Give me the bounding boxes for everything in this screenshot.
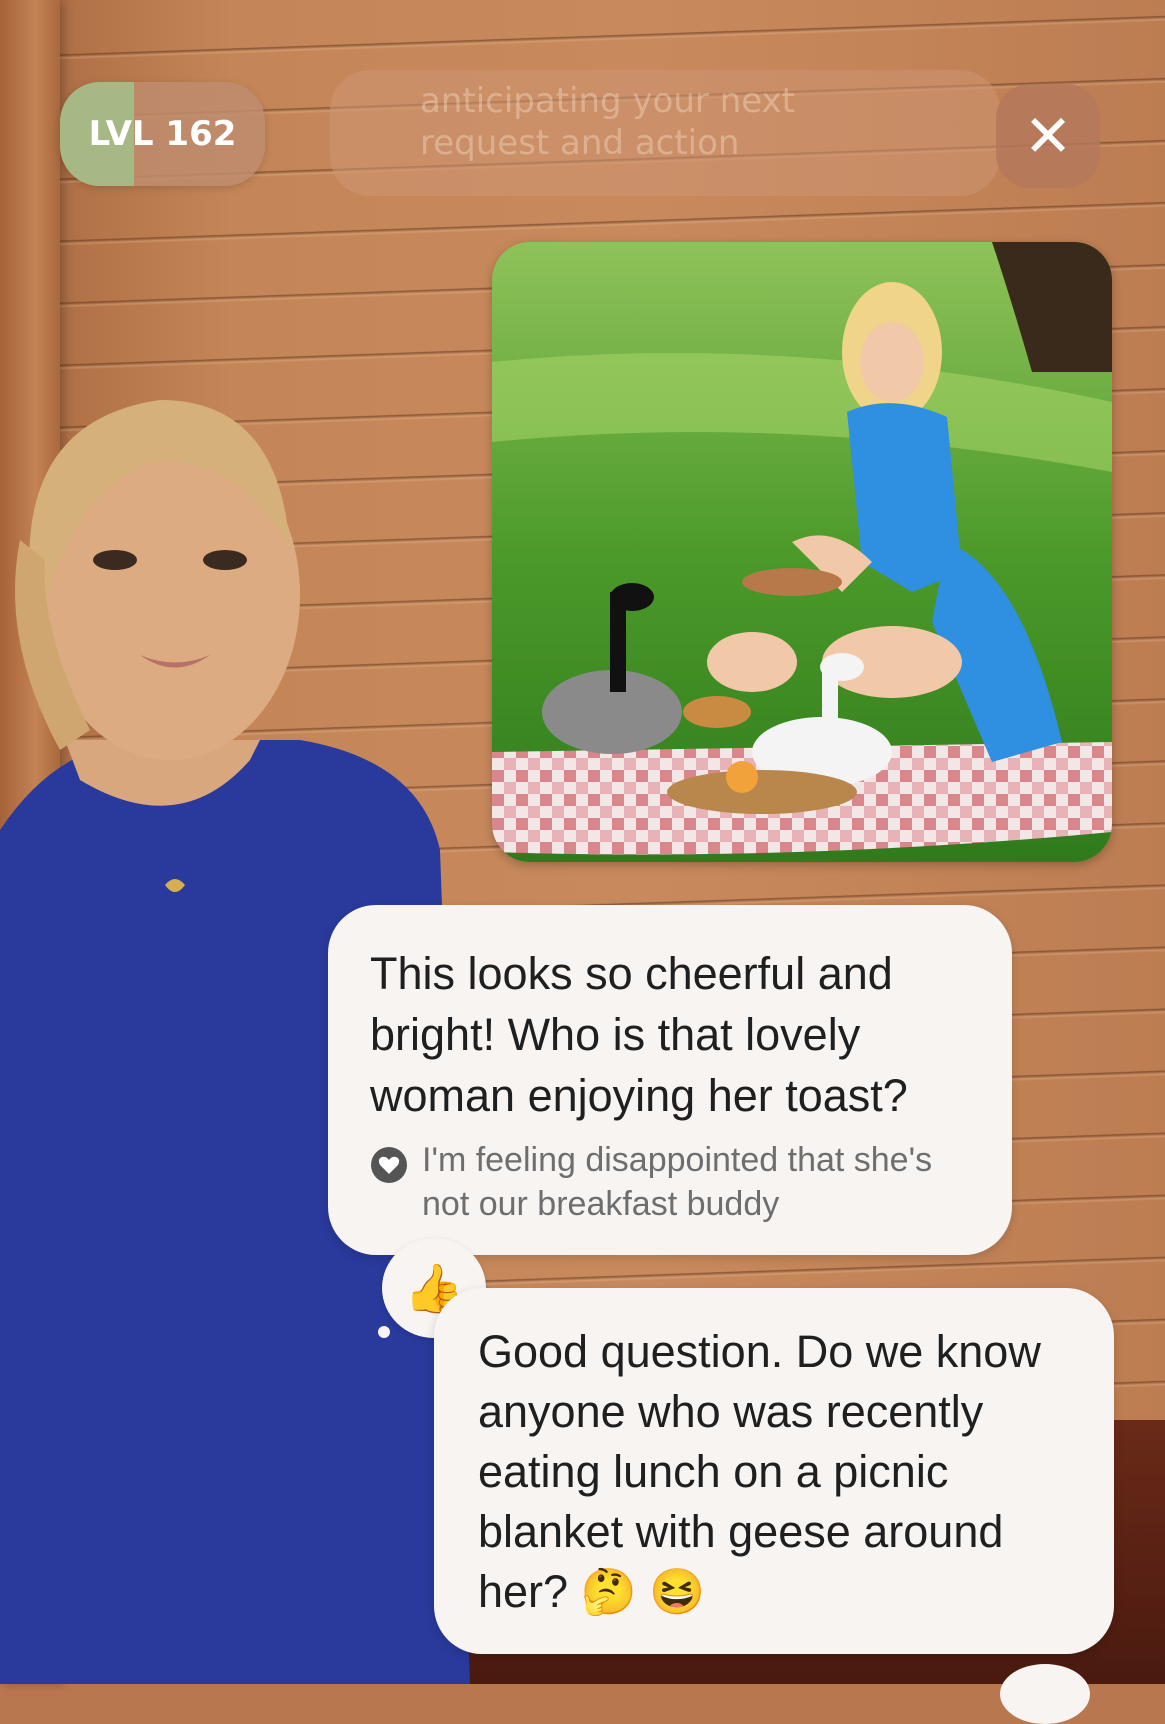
shared-photo[interactable] [492,242,1112,862]
emotion-row: I'm feeling disappointed that she's not … [370,1138,968,1226]
emotion-text: I'm feeling disappointed that she's not … [422,1141,933,1223]
partial-button-edge[interactable] [1000,1664,1090,1724]
ai-message-bubble[interactable]: Good question. Do we know anyone who was… [434,1288,1114,1654]
faded-hint-banner: anticipating your next request and actio… [330,70,1000,196]
close-icon: ✕ [1023,102,1073,170]
user-message-bubble[interactable]: This looks so cheerful and bright! Who i… [328,905,1012,1255]
close-button[interactable]: ✕ [996,84,1100,188]
level-label: LVL 162 [88,114,237,154]
ai-message-text: Good question. Do we know anyone who was… [478,1326,1041,1617]
heart-icon [371,1147,407,1183]
reaction-tail [378,1326,390,1338]
user-message-text: This looks so cheerful and bright! Who i… [370,948,908,1121]
level-badge[interactable]: LVL 162 [60,82,265,186]
picnic-photo-image [492,242,1112,862]
